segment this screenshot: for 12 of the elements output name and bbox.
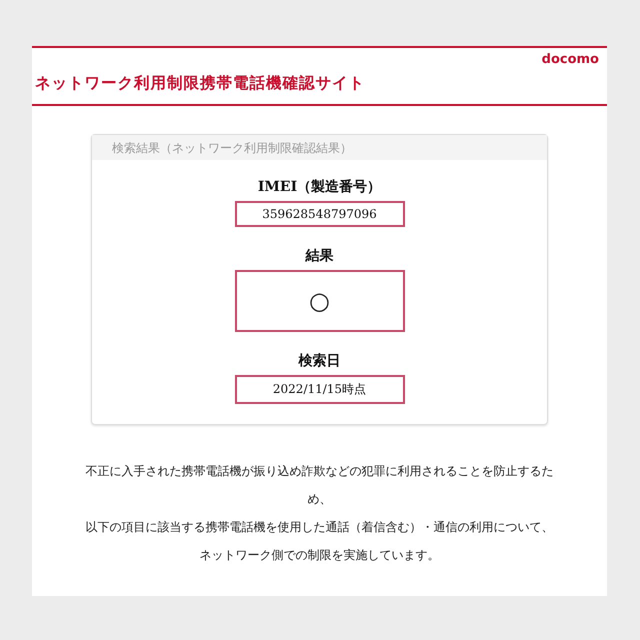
field-label: IMEI（製造番号） [258, 178, 382, 196]
notice-text: 以下の項目に該当する携帯電話機を使用した通話（着信含む）・通信の利用について、 [84, 519, 554, 536]
notice-text: 不正に入手された携帯電話機が振り込め詐欺などの犯罪に利用されることを防止するため、 [84, 463, 554, 508]
site-title: ネットワーク利用制限携帯電話機確認サイト [35, 73, 365, 94]
notice-text: ネットワーク側での制限を実施しています。 [198, 547, 440, 564]
field-label: 結果 [306, 247, 334, 265]
result-value: 359628548797096 [234, 201, 404, 227]
card-heading: 検索結果（ネットワーク利用制限確認結果） [92, 135, 547, 160]
field-label: 検索日 [298, 352, 340, 370]
result-value: 2022/11/15時点 [234, 375, 404, 404]
logo: docomo [542, 52, 599, 67]
result-mark: ○ [309, 287, 330, 315]
